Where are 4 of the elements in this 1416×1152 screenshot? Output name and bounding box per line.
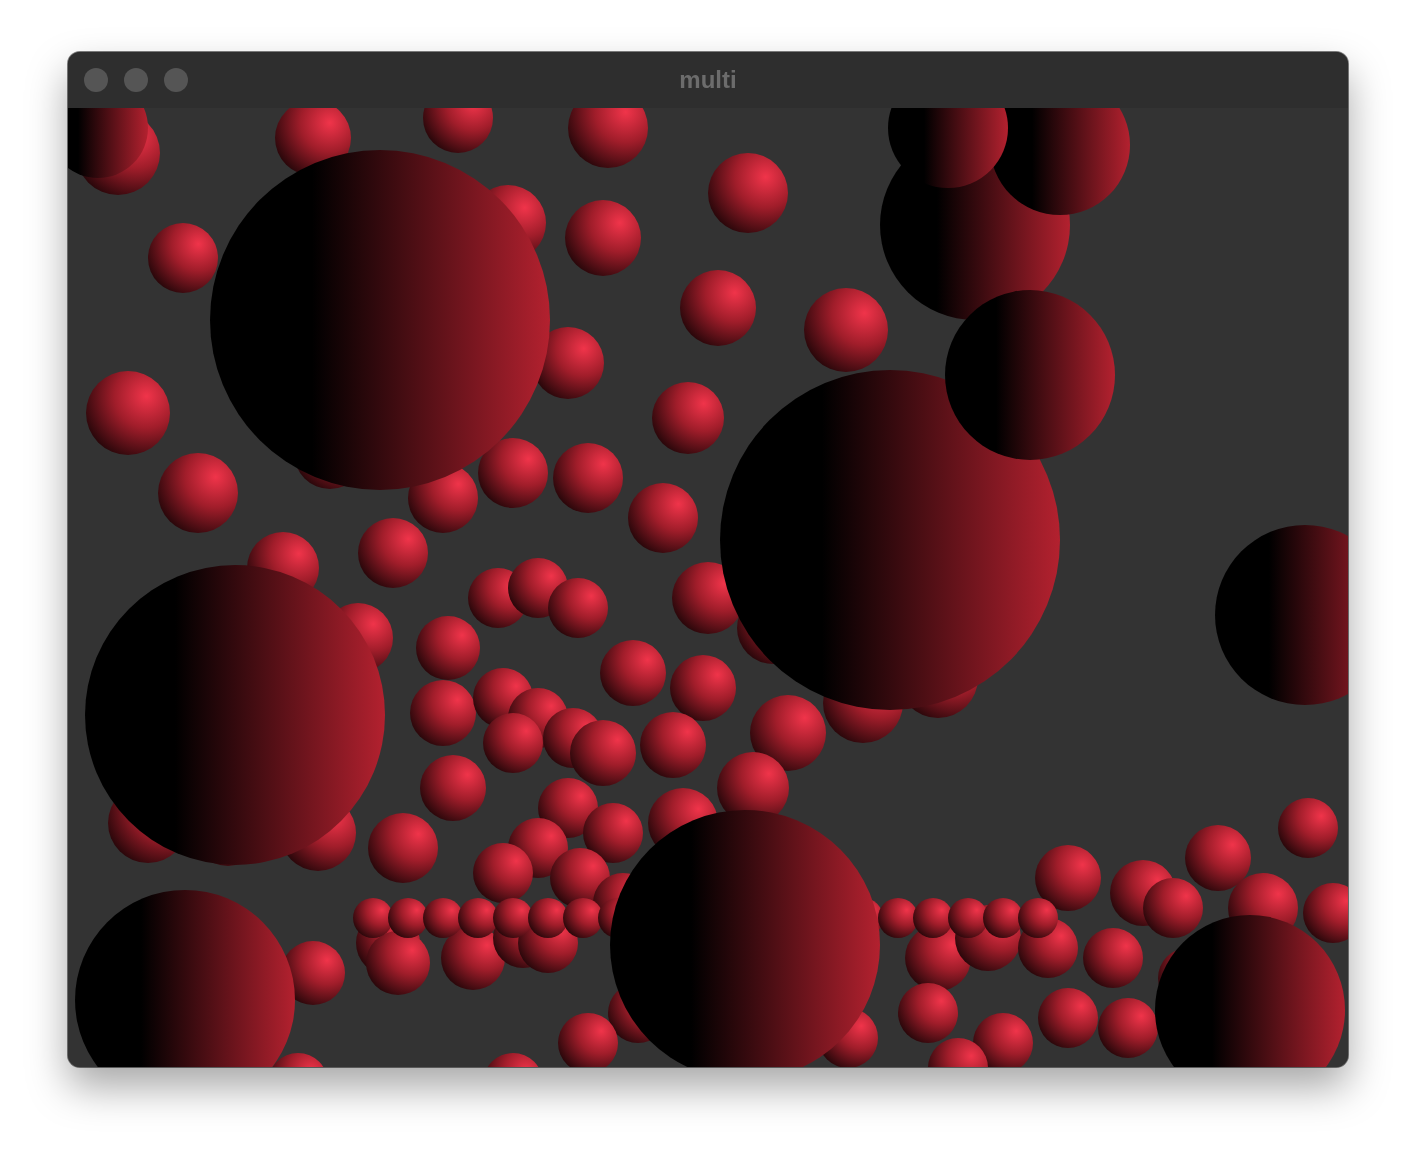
minimize-button[interactable]	[124, 68, 148, 92]
window-title: multi	[679, 66, 737, 94]
zoom-button[interactable]	[164, 68, 188, 92]
close-button[interactable]	[84, 68, 108, 92]
